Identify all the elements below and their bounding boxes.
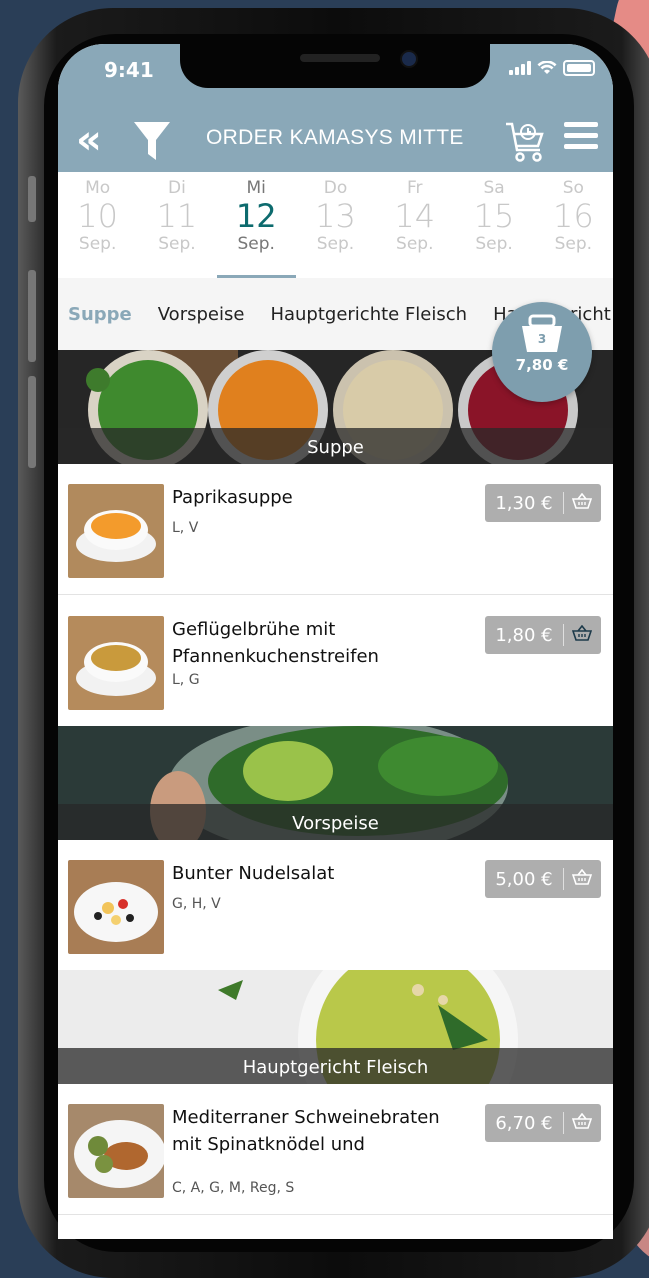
item-allergens: L, G xyxy=(172,672,200,688)
section-banner-vorspeise: Vorspeise xyxy=(58,726,613,840)
volume-down-button xyxy=(28,376,36,468)
list-item[interactable]: Mediterraner Schweinebraten mit Spinatkn… xyxy=(58,1084,613,1215)
add-to-basket-button[interactable]: 1,80 € xyxy=(485,616,601,654)
item-name: Paprikasuppe xyxy=(172,487,293,508)
tab-hauptgerichte-fleisch[interactable]: Hauptgerichte Fleisch xyxy=(270,304,467,325)
day-selector: Mo 10 Sep. Di 11 Sep. Mi 12 Sep. Do 13 S… xyxy=(58,172,613,279)
item-image xyxy=(68,1104,164,1198)
day-date: 13 xyxy=(315,197,356,235)
add-to-basket-button[interactable]: 1,30 € xyxy=(485,484,601,522)
basket-icon xyxy=(564,492,600,513)
page-title: ORDER KAMASYS MITTE xyxy=(206,126,464,149)
day-name: Fr xyxy=(407,178,423,198)
mute-switch xyxy=(28,176,36,222)
day-month: Sep. xyxy=(316,234,355,254)
day-mo[interactable]: Mo 10 Sep. xyxy=(58,172,137,278)
status-bar: 9:41 xyxy=(58,44,613,116)
back-icon[interactable]: « xyxy=(76,120,102,160)
item-name: Geflügelbrühe mit Pfannenkuchenstreifen xyxy=(172,619,379,667)
day-date: 12 xyxy=(235,197,277,235)
section-banner-hauptgericht-fleisch: Hauptgericht Fleisch xyxy=(58,970,613,1084)
day-name: Mo xyxy=(85,178,111,198)
basket-icon xyxy=(564,1112,600,1133)
day-date: 16 xyxy=(552,197,594,235)
item-image xyxy=(68,484,164,578)
status-time: 9:41 xyxy=(104,58,154,82)
section-label: Suppe xyxy=(58,428,613,464)
day-name: Mi xyxy=(246,178,266,198)
day-name: Do xyxy=(323,178,348,198)
day-fr[interactable]: Fr 14 Sep. xyxy=(375,172,454,278)
day-month: Sep. xyxy=(475,234,513,254)
day-so[interactable]: So 16 Sep. xyxy=(534,172,613,278)
day-date: 14 xyxy=(394,197,436,235)
day-month: Sep. xyxy=(237,234,275,254)
item-image xyxy=(68,860,164,954)
item-allergens: C, A, G, M, Reg, S xyxy=(172,1180,295,1196)
app-screen: 9:41 « ORDER KAMASYS MITTE Mo 10 Sep. Di… xyxy=(58,44,613,1239)
day-name: So xyxy=(562,178,584,198)
item-allergens: G, H, V xyxy=(172,896,221,912)
item-price: 1,30 € xyxy=(495,492,553,514)
add-to-basket-button[interactable]: 5,00 € xyxy=(485,860,601,898)
menu-icon[interactable] xyxy=(564,120,600,152)
basket-icon xyxy=(564,868,600,889)
day-do[interactable]: Do 13 Sep. xyxy=(296,172,375,278)
basket-icon xyxy=(564,624,600,645)
list-item[interactable]: Bunter Nudelsalat G, H, V 5,00 € xyxy=(58,840,613,971)
day-date: 15 xyxy=(473,197,515,235)
list-item[interactable]: Geflügelbrühe mit Pfannenkuchenstreifen … xyxy=(58,596,613,727)
cart-icon[interactable] xyxy=(504,120,546,164)
volume-up-button xyxy=(28,270,36,362)
signal-icon xyxy=(509,61,531,75)
basket-total: 7,80 € xyxy=(515,356,569,374)
item-price: 1,80 € xyxy=(495,624,553,646)
speaker xyxy=(300,54,380,62)
tab-suppe[interactable]: Suppe xyxy=(68,304,132,325)
day-date: 11 xyxy=(156,197,198,235)
battery-icon xyxy=(563,60,595,76)
day-month: Sep. xyxy=(396,234,434,254)
day-month: Sep. xyxy=(158,234,196,254)
item-name: Mediterraner Schweinebraten mit Spinatkn… xyxy=(172,1107,440,1155)
list-item[interactable]: Paprikasuppe L, V 1,30 € xyxy=(58,464,613,595)
basket-count: 3 xyxy=(537,332,547,346)
item-price: 5,00 € xyxy=(495,868,553,890)
day-month: Sep. xyxy=(554,234,593,254)
day-mi[interactable]: Mi 12 Sep. xyxy=(216,172,297,278)
add-to-basket-button[interactable]: 6,70 € xyxy=(485,1104,601,1142)
status-icons xyxy=(509,60,595,76)
item-price: 6,70 € xyxy=(495,1112,553,1134)
camera xyxy=(400,50,418,68)
item-allergens: L, V xyxy=(172,520,199,536)
day-name: Sa xyxy=(483,178,505,198)
day-month: Sep. xyxy=(78,234,117,254)
day-sa[interactable]: Sa 15 Sep. xyxy=(454,172,533,278)
day-date: 10 xyxy=(77,197,118,235)
section-label: Hauptgericht Fleisch xyxy=(58,1048,613,1084)
app-header: « ORDER KAMASYS MITTE xyxy=(58,108,613,172)
tab-vorspeise[interactable]: Vorspeise xyxy=(158,304,245,325)
item-name: Bunter Nudelsalat xyxy=(172,863,335,884)
day-name: Di xyxy=(168,178,186,198)
notch xyxy=(180,44,490,88)
section-label: Vorspeise xyxy=(58,804,613,840)
wifi-icon xyxy=(537,61,557,74)
filter-icon[interactable] xyxy=(132,120,172,162)
basket-summary-button[interactable]: 3 7,80 € xyxy=(492,302,592,402)
day-di[interactable]: Di 11 Sep. xyxy=(137,172,216,278)
item-image xyxy=(68,616,164,710)
